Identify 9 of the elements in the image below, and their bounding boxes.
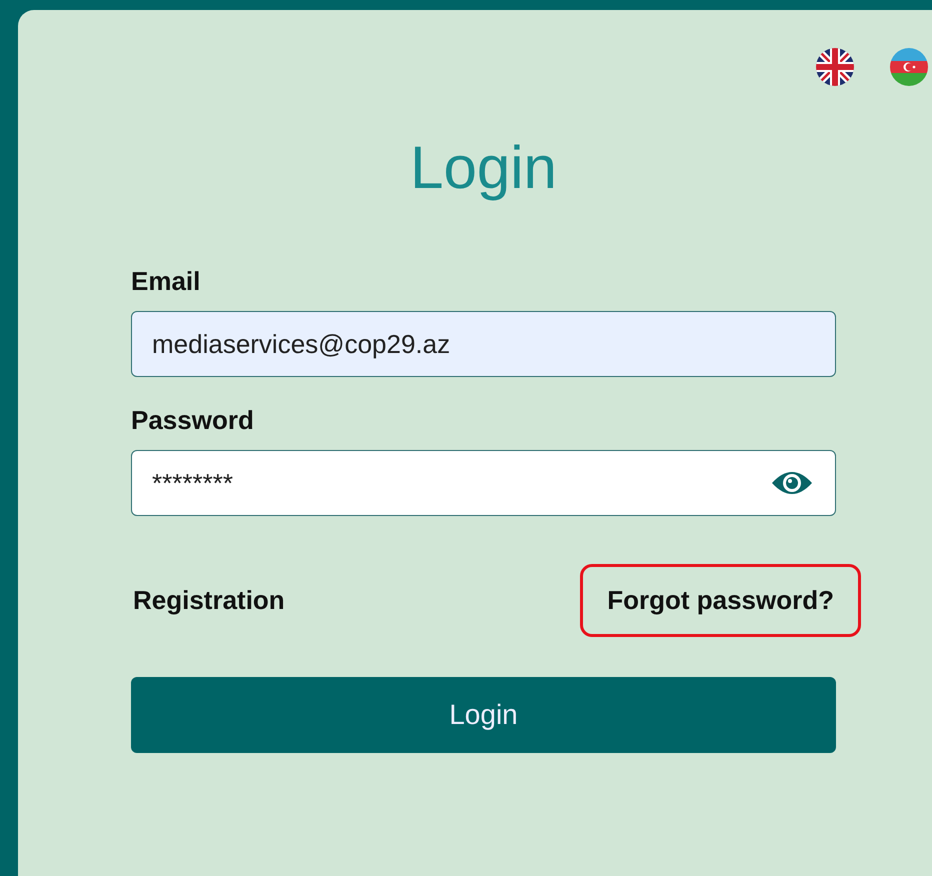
login-title: Login — [409, 138, 558, 198]
registration-link[interactable]: Registration — [106, 564, 312, 637]
forgot-password-link[interactable]: Forgot password? — [580, 564, 861, 637]
email-label: Email — [131, 265, 202, 298]
password-label: Password — [131, 404, 255, 437]
password-field[interactable]: ******** — [131, 450, 836, 516]
email-field[interactable]: mediaservices@cop29.az — [131, 311, 836, 377]
flag-icon[interactable] — [816, 48, 854, 86]
login-button[interactable]: Login — [131, 677, 836, 753]
